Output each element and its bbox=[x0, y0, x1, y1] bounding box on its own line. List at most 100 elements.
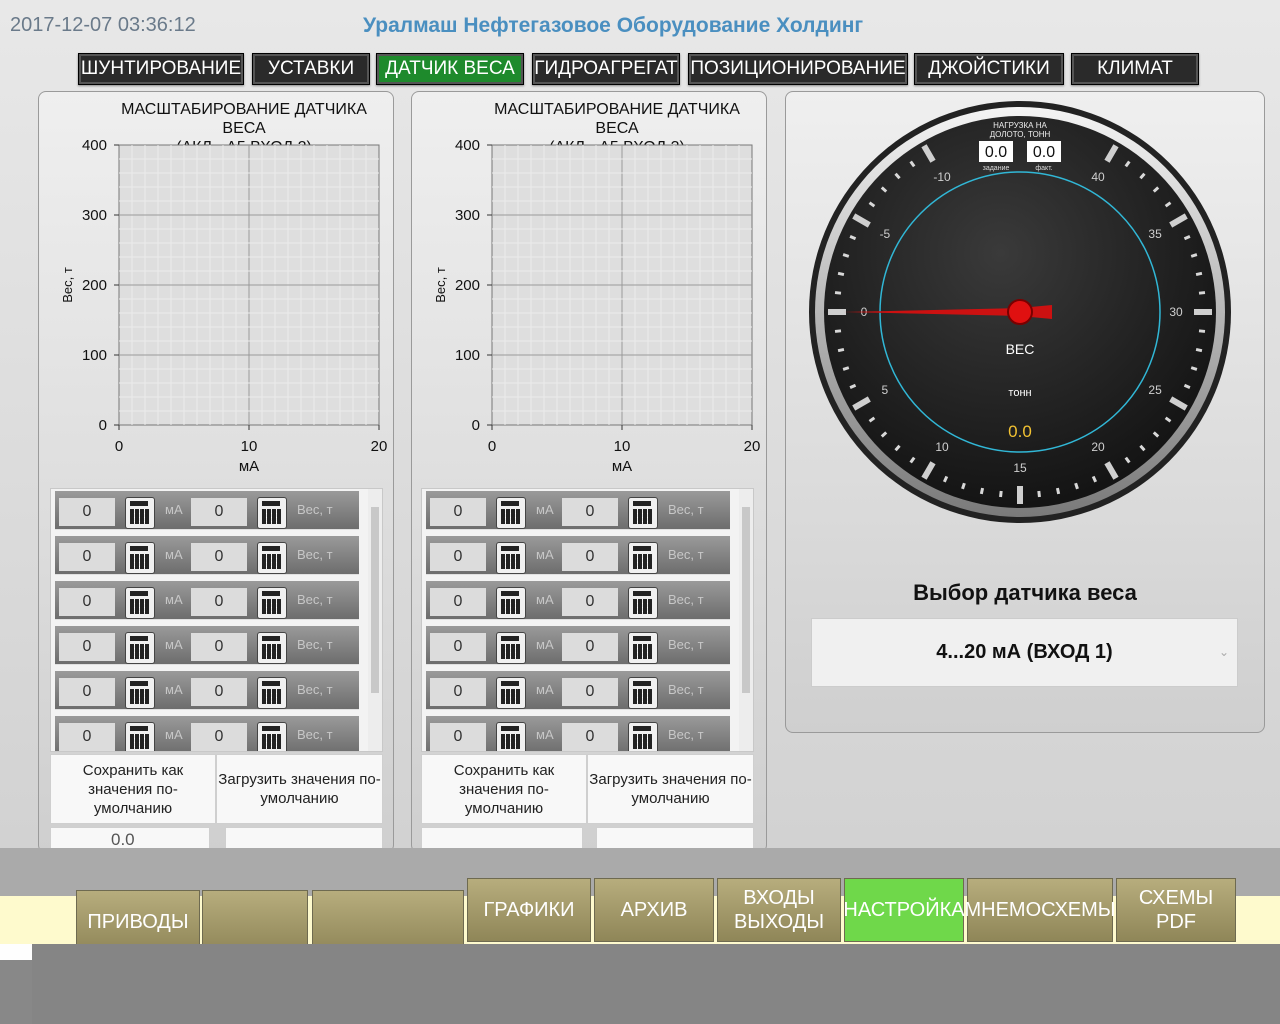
calculator-icon[interactable] bbox=[257, 497, 287, 529]
ma-value-field[interactable]: 0 bbox=[59, 498, 115, 526]
scrollbar-thumb[interactable] bbox=[742, 507, 750, 693]
weight-value-field[interactable]: 0 bbox=[191, 543, 247, 571]
calculator-icon[interactable] bbox=[257, 542, 287, 574]
weight-value-field[interactable]: 0 bbox=[562, 498, 618, 526]
x-tick-label: 10 bbox=[241, 438, 258, 455]
calculator-icon[interactable] bbox=[628, 587, 658, 619]
calculator-icon[interactable] bbox=[496, 722, 526, 751]
weight-value-field[interactable]: 0 bbox=[562, 543, 618, 571]
sensor-select-value: 4...20 мА (ВХОД 1) bbox=[936, 641, 1113, 663]
unit-weight-label: Вес, т bbox=[668, 682, 704, 697]
gauge-tick bbox=[1195, 347, 1203, 353]
footer-corner bbox=[0, 944, 32, 960]
weight-value-field[interactable]: 0 bbox=[562, 678, 618, 706]
tab-positioning[interactable]: ПОЗИЦИОНИРОВАНИЕ bbox=[688, 53, 908, 85]
x-tick-label: 20 bbox=[744, 438, 761, 455]
ma-value-field[interactable]: 0 bbox=[430, 588, 486, 616]
weight-value-field[interactable]: 0 bbox=[191, 678, 247, 706]
ma-value-field[interactable]: 0 bbox=[430, 723, 486, 751]
calculator-icon[interactable] bbox=[257, 722, 287, 751]
gauge-name: ВЕС bbox=[1006, 341, 1035, 357]
nav-mnemonics[interactable]: МНЕМОСХЕМЫ bbox=[964, 878, 1116, 942]
load-defaults-button[interactable]: Загрузить значения по-умолчанию bbox=[587, 754, 754, 824]
gauge-scale-label: 10 bbox=[935, 440, 949, 454]
tab-joysticks[interactable]: ДЖОЙСТИКИ bbox=[914, 53, 1064, 85]
gauge-tick bbox=[1190, 366, 1198, 371]
calculator-icon[interactable] bbox=[628, 632, 658, 664]
y-tick-label: 400 bbox=[82, 137, 107, 154]
unit-weight-label: Вес, т bbox=[297, 682, 333, 697]
calculator-icon[interactable] bbox=[125, 722, 155, 751]
ma-value-field[interactable]: 0 bbox=[430, 678, 486, 706]
gauge-tick bbox=[1198, 329, 1206, 333]
list-scrollbar[interactable] bbox=[368, 489, 382, 751]
ma-value-field[interactable]: 0 bbox=[430, 633, 486, 661]
sensor-select[interactable]: 4...20 мА (ВХОД 1) ⌄ bbox=[811, 618, 1238, 687]
ma-value-field[interactable]: 0 bbox=[430, 498, 486, 526]
unit-ma-label: мА bbox=[165, 502, 183, 517]
scrollbar-thumb[interactable] bbox=[371, 507, 379, 693]
weight-value-field[interactable]: 0 bbox=[191, 498, 247, 526]
calculator-icon[interactable] bbox=[496, 632, 526, 664]
gauge-tick bbox=[1037, 490, 1041, 498]
ma-value-field[interactable]: 0 bbox=[430, 543, 486, 571]
y-tick-label: 300 bbox=[455, 207, 480, 224]
calculator-icon[interactable] bbox=[496, 542, 526, 574]
weight-value-field[interactable]: 0 bbox=[191, 723, 247, 751]
y-tick-label: 100 bbox=[82, 347, 107, 364]
calculator-icon[interactable] bbox=[496, 677, 526, 709]
ma-value-field[interactable]: 0 bbox=[59, 588, 115, 616]
weight-value-field[interactable]: 0 bbox=[562, 633, 618, 661]
calculator-icon[interactable] bbox=[628, 542, 658, 574]
unit-weight-label: Вес, т bbox=[297, 637, 333, 652]
calibration-row: 0 мА 0 Вес, т bbox=[426, 626, 730, 665]
calculator-icon[interactable] bbox=[257, 677, 287, 709]
calculator-icon[interactable] bbox=[496, 587, 526, 619]
save-defaults-button[interactable]: Сохранить как значения по-умолчанию bbox=[50, 754, 216, 824]
y-tick-label: 400 bbox=[455, 137, 480, 154]
calculator-icon[interactable] bbox=[125, 677, 155, 709]
y-axis-label: Вес, т bbox=[433, 267, 448, 303]
ma-value-field[interactable]: 0 bbox=[59, 723, 115, 751]
tab-shunting[interactable]: ШУНТИРОВАНИЕ bbox=[78, 53, 244, 85]
x-tick-label: 0 bbox=[115, 438, 123, 455]
nav-inputs-outputs[interactable]: ВХОДЫ ВЫХОДЫ bbox=[717, 878, 841, 942]
calculator-icon[interactable] bbox=[628, 497, 658, 529]
save-defaults-button[interactable]: Сохранить как значения по-умолчанию bbox=[421, 754, 587, 824]
weight-value-field[interactable]: 0 bbox=[562, 723, 618, 751]
load-defaults-button[interactable]: Загрузить значения по-умолчанию bbox=[216, 754, 383, 824]
scaling-chart-1: 0 100 200 300 400 0 10 20 мА Вес, т bbox=[60, 137, 387, 475]
calculator-icon[interactable] bbox=[125, 632, 155, 664]
calculator-icon[interactable] bbox=[125, 497, 155, 529]
tab-weight-sensor[interactable]: ДАТЧИК ВЕСА bbox=[376, 53, 524, 85]
unit-weight-label: Вес, т bbox=[668, 637, 704, 652]
ma-value-field[interactable]: 0 bbox=[59, 633, 115, 661]
nav-charts[interactable]: ГРАФИКИ bbox=[467, 878, 591, 942]
nav-archive[interactable]: АРХИВ bbox=[594, 878, 714, 942]
weight-value-field[interactable]: 0 bbox=[191, 633, 247, 661]
setpoint-value: 0.0 bbox=[985, 144, 1007, 161]
ma-value-field[interactable]: 0 bbox=[59, 543, 115, 571]
nav-settings[interactable]: НАСТРОЙКА bbox=[843, 878, 965, 942]
calculator-icon[interactable] bbox=[496, 497, 526, 529]
tab-climate[interactable]: КЛИМАТ bbox=[1071, 53, 1199, 85]
tab-hydraulic-unit[interactable]: ГИДРОАГРЕГАТ bbox=[532, 53, 680, 85]
gauge-tick bbox=[1190, 253, 1198, 258]
nav-pdf-schemes[interactable]: СХЕМЫ PDF bbox=[1116, 878, 1236, 942]
calculator-icon[interactable] bbox=[125, 587, 155, 619]
calculator-icon[interactable] bbox=[125, 542, 155, 574]
scaling-chart-2: 0 100 200 300 400 0 10 20 мА Вес, т bbox=[433, 137, 761, 475]
weight-value-field[interactable]: 0 bbox=[562, 588, 618, 616]
gauge-scale-label: 40 bbox=[1091, 170, 1105, 184]
unit-ma-label: мА bbox=[165, 637, 183, 652]
tab-setpoints[interactable]: УСТАВКИ bbox=[252, 53, 370, 85]
ma-value-field[interactable]: 0 bbox=[59, 678, 115, 706]
calculator-icon[interactable] bbox=[257, 632, 287, 664]
list-scrollbar[interactable] bbox=[739, 489, 753, 751]
calculator-icon[interactable] bbox=[628, 677, 658, 709]
unit-ma-label: мА bbox=[165, 727, 183, 742]
weight-value-field[interactable]: 0 bbox=[191, 588, 247, 616]
scaling-panel-input-3: МАСШТАБИРОВАНИЕ ДАТЧИКА ВЕСА (АКЛ - А5 В… bbox=[411, 91, 767, 853]
calculator-icon[interactable] bbox=[628, 722, 658, 751]
calculator-icon[interactable] bbox=[257, 587, 287, 619]
